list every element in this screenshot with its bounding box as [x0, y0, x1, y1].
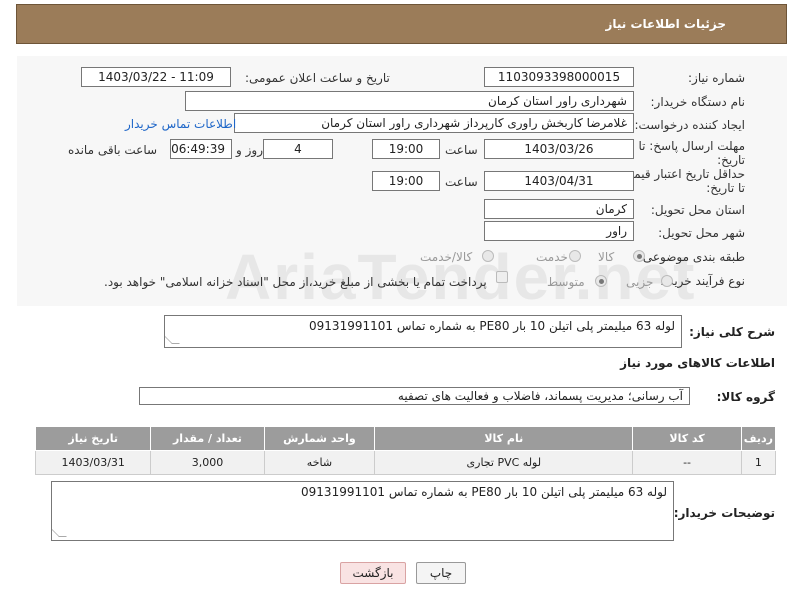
process-radio-medium[interactable]	[595, 275, 607, 287]
table-header-row: ردیف کد کالا نام کالا واحد شمارش تعداد /…	[34, 426, 777, 451]
description-text: لوله 63 میلیمتر پلی اتیلن 10 بار PE80 به…	[309, 319, 675, 333]
table-row: 1 -- لوله PVC تجاری شاخه 3,000 1403/03/3…	[34, 450, 777, 475]
price-date-field: 1403/04/31	[484, 171, 634, 191]
goods-group-field: آب رسانی؛ مدیریت پسماند، فاضلاب و فعالیت…	[139, 387, 690, 405]
category-option-service: خدمت	[536, 250, 568, 264]
cell-item-name: لوله PVC تجاری	[374, 450, 634, 475]
treasury-payment-checkbox[interactable]	[496, 271, 508, 283]
process-radio-minor[interactable]	[661, 275, 673, 287]
category-radio-service[interactable]	[569, 250, 581, 262]
description-textarea: لوله 63 میلیمتر پلی اتیلن 10 بار PE80 به…	[164, 315, 682, 348]
header-row-number: ردیف	[740, 426, 777, 451]
goods-table: ردیف کد کالا نام کالا واحد شمارش تعداد /…	[34, 426, 777, 475]
back-button[interactable]: بازگشت	[340, 562, 406, 584]
reply-date-field: 1403/03/26	[484, 139, 634, 159]
buyer-label: نام دستگاه خریدار:	[650, 95, 746, 109]
resize-handle[interactable]	[165, 336, 180, 344]
print-button[interactable]: چاپ	[416, 562, 466, 584]
province-field: کرمان	[484, 199, 634, 219]
buyer-field: شهرداری راور استان کرمان	[185, 91, 634, 111]
buyer-notes-textarea: لوله 63 میلیمتر پلی اتیلن 10 بار PE80 به…	[51, 481, 674, 541]
announce-field: 1403/03/22 - 11:09	[81, 67, 231, 87]
category-option-goods-service: کالا/خدمت	[420, 250, 473, 264]
cell-unit: شاخه	[263, 450, 376, 475]
buyer-contact-link[interactable]: اطلاعات تماس خریدار	[125, 117, 236, 131]
creator-label: ایجاد کننده درخواست:	[634, 118, 745, 132]
page-title: جزئیات اطلاعات نیاز	[605, 17, 726, 31]
need-number-label: شماره نیاز:	[688, 71, 745, 85]
city-label: شهر محل تحویل:	[658, 226, 745, 240]
header-item-code: کد کالا	[632, 426, 742, 451]
cell-row-number: 1	[740, 450, 777, 475]
cell-quantity: 3,000	[150, 450, 265, 475]
category-option-goods: کالا	[598, 250, 615, 264]
price-time-label: ساعت	[445, 175, 478, 189]
reply-time-field: 19:00	[372, 139, 440, 159]
buyer-notes-text: لوله 63 میلیمتر پلی اتیلن 10 بار PE80 به…	[301, 485, 667, 499]
process-option-minor: جزیی	[626, 275, 654, 289]
announce-label: تاریخ و ساعت اعلان عمومی:	[245, 71, 390, 85]
cell-item-code: --	[632, 450, 742, 475]
reply-time-label: ساعت	[445, 143, 478, 157]
resize-handle[interactable]	[52, 529, 67, 537]
category-label: طبقه بندی موضوعی:	[638, 250, 745, 264]
header-unit: واحد شمارش	[263, 426, 376, 451]
province-label: استان محل تحویل:	[650, 203, 745, 217]
cell-need-date: 1403/03/31	[34, 450, 152, 475]
days-label: روز و	[236, 143, 263, 157]
goods-section-title: اطلاعات کالاهای مورد نیاز	[620, 356, 775, 370]
page-header: جزئیات اطلاعات نیاز	[16, 4, 787, 44]
creator-field: غلامرضا کاربخش راوری کارپرداز شهرداری را…	[234, 113, 634, 133]
price-time-field: 19:00	[372, 171, 440, 191]
reply-deadline-label: مهلت ارسال پاسخ: تا تاریخ:	[638, 139, 745, 167]
header-quantity: تعداد / مقدار	[150, 426, 265, 451]
days-field: 4	[263, 139, 333, 159]
category-radio-goods-service[interactable]	[482, 250, 494, 262]
remaining-label: ساعت باقی مانده	[68, 143, 158, 157]
process-option-medium: متوسط	[547, 275, 585, 289]
header-need-date: تاریخ نیاز	[34, 426, 152, 451]
category-radio-goods[interactable]	[633, 250, 645, 262]
price-validity-label: حداقل تاریخ اعتبار قیمت: تا تاریخ:	[618, 167, 745, 195]
remaining-time-field: 06:49:39	[170, 139, 232, 159]
city-field: راور	[484, 221, 634, 241]
header-item-name: نام کالا	[374, 426, 634, 451]
goods-group-label: گروه کالا:	[716, 390, 775, 404]
payment-note: پرداخت تمام یا بخشی از مبلغ خرید،از محل …	[104, 275, 487, 289]
buyer-notes-label: توضیحات خریدار:	[673, 506, 775, 520]
need-number-field: 1103093398000015	[484, 67, 634, 87]
description-label: شرح کلی نیاز:	[689, 325, 775, 339]
